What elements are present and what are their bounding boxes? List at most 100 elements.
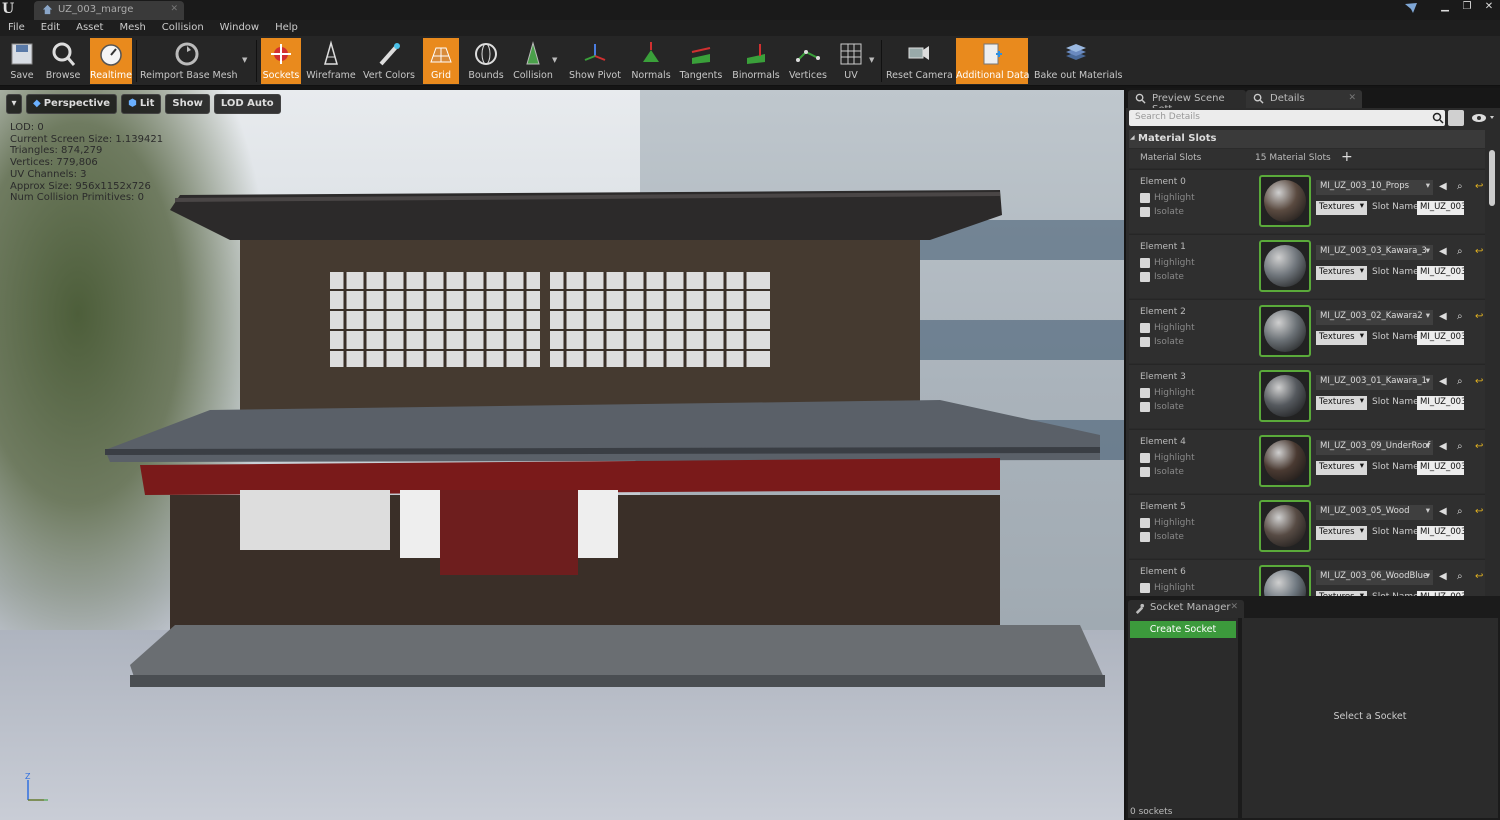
reset-to-default-icon[interactable]: ↩ [1475, 376, 1485, 387]
save-button[interactable]: Save [4, 38, 40, 84]
vert-colors-button[interactable]: Vert Colors [362, 38, 416, 84]
browse-asset-icon[interactable]: ⌕ [1457, 311, 1467, 322]
browse-asset-icon[interactable]: ⌕ [1457, 376, 1467, 387]
browse-asset-icon[interactable]: ⌕ [1457, 246, 1467, 257]
browse-asset-icon[interactable]: ⌕ [1457, 441, 1467, 452]
reset-camera-button[interactable]: Reset Camera [886, 38, 953, 84]
wireframe-button[interactable]: Wireframe [305, 38, 357, 84]
isolate-checkbox[interactable] [1140, 272, 1150, 282]
highlight-checkbox[interactable] [1140, 583, 1150, 593]
material-thumbnail[interactable] [1259, 175, 1311, 227]
menu-file[interactable]: File [8, 20, 25, 36]
grid-button[interactable]: Grid [423, 38, 459, 84]
tangents-button[interactable]: Tangents [678, 38, 724, 84]
browse-asset-icon[interactable]: ⌕ [1457, 506, 1467, 517]
close-tab-icon[interactable]: ✕ [170, 4, 178, 14]
maximize-icon[interactable]: ❐ [1456, 0, 1478, 14]
search-icon[interactable] [1432, 112, 1444, 124]
highlight-checkbox[interactable] [1140, 453, 1150, 463]
perspective-button[interactable]: ◆ Perspective [26, 94, 118, 114]
material-selector[interactable]: MI_UZ_003_02_Kawara2 [1316, 310, 1433, 325]
reset-to-default-icon[interactable]: ↩ [1475, 246, 1485, 257]
material-thumbnail[interactable] [1259, 240, 1311, 292]
reset-to-default-icon[interactable]: ↩ [1475, 506, 1485, 517]
sockets-button[interactable]: Sockets [261, 38, 301, 84]
isolate-checkbox[interactable] [1140, 467, 1150, 477]
use-selected-asset-icon[interactable]: ◀ [1439, 311, 1449, 322]
isolate-checkbox[interactable] [1140, 402, 1150, 412]
material-selector[interactable]: MI_UZ_003_01_Kawara_1 [1316, 375, 1433, 390]
tab-socket-manager[interactable]: Socket Manager ✕ [1128, 600, 1244, 618]
slot-name-input[interactable]: MI_UZ_003 [1417, 526, 1464, 540]
isolate-checkbox[interactable] [1140, 532, 1150, 542]
close-socket-manager-icon[interactable]: ✕ [1230, 602, 1238, 612]
notification-icon[interactable] [1404, 2, 1418, 14]
material-selector[interactable]: MI_UZ_003_09_UnderRoof [1316, 440, 1433, 455]
view-options-icon[interactable] [1470, 111, 1496, 125]
isolate-checkbox[interactable] [1140, 207, 1150, 217]
textures-dropdown[interactable]: Textures [1316, 526, 1367, 540]
collision-button[interactable]: Collision [512, 38, 554, 84]
material-thumbnail[interactable] [1259, 370, 1311, 422]
material-selector[interactable]: MI_UZ_003_10_Props [1316, 180, 1433, 195]
collision-dropdown-icon[interactable]: ▼ [552, 56, 557, 64]
additional-data-button[interactable]: Additional Data [956, 38, 1029, 84]
use-selected-asset-icon[interactable]: ◀ [1439, 181, 1449, 192]
highlight-checkbox[interactable] [1140, 388, 1150, 398]
viewport[interactable]: ▾ ◆ Perspective ⬢ Lit Show LOD Auto LOD: 0… [0, 90, 1124, 820]
reimport-base-mesh-button[interactable]: Reimport Base Mesh [140, 38, 238, 84]
use-selected-asset-icon[interactable]: ◀ [1439, 571, 1449, 582]
normals-button[interactable]: Normals [629, 38, 673, 84]
uv-dropdown-icon[interactable]: ▼ [869, 56, 874, 64]
highlight-checkbox[interactable] [1140, 323, 1150, 333]
realtime-button[interactable]: Realtime [90, 38, 132, 84]
highlight-checkbox[interactable] [1140, 258, 1150, 268]
highlight-checkbox[interactable] [1140, 193, 1150, 203]
slot-name-input[interactable]: MI_UZ_003 [1417, 396, 1464, 410]
bake-out-materials-button[interactable]: Bake out Materials [1034, 38, 1123, 84]
use-selected-asset-icon[interactable]: ◀ [1439, 441, 1449, 452]
material-slots-category[interactable]: Material Slots [1129, 130, 1485, 148]
slot-name-input[interactable]: MI_UZ_003 [1417, 591, 1464, 596]
menu-collision[interactable]: Collision [162, 20, 204, 36]
close-window-icon[interactable]: ✕ [1478, 0, 1500, 14]
material-selector[interactable]: MI_UZ_003_06_WoodBlue [1316, 570, 1433, 585]
uv-button[interactable]: UV [836, 38, 866, 84]
slot-name-input[interactable]: MI_UZ_003 [1417, 266, 1464, 280]
use-selected-asset-icon[interactable]: ◀ [1439, 506, 1449, 517]
vertices-button[interactable]: Vertices [786, 38, 830, 84]
browse-button[interactable]: Browse [44, 38, 82, 84]
slot-name-input[interactable]: MI_UZ_003 [1417, 201, 1464, 215]
reset-to-default-icon[interactable]: ↩ [1475, 181, 1485, 192]
isolate-checkbox[interactable] [1140, 337, 1150, 347]
tab-details[interactable]: Details ✕ [1246, 90, 1362, 108]
search-details-input[interactable]: Search Details [1129, 110, 1445, 126]
material-thumbnail[interactable] [1259, 305, 1311, 357]
material-thumbnail[interactable] [1259, 500, 1311, 552]
textures-dropdown[interactable]: Textures [1316, 396, 1367, 410]
lit-button[interactable]: ⬢ Lit [121, 94, 162, 114]
create-socket-button[interactable]: Create Socket [1130, 621, 1236, 638]
material-selector[interactable]: MI_UZ_003_05_Wood [1316, 505, 1433, 520]
textures-dropdown[interactable]: Textures [1316, 201, 1367, 215]
close-details-tab-icon[interactable]: ✕ [1348, 93, 1356, 103]
menu-help[interactable]: Help [275, 20, 298, 36]
details-scrollbar[interactable] [1489, 150, 1495, 206]
viewport-menu-button[interactable]: ▾ [6, 94, 22, 114]
slot-name-input[interactable]: MI_UZ_003 [1417, 331, 1464, 345]
menu-edit[interactable]: Edit [41, 20, 60, 36]
lod-auto-button[interactable]: LOD Auto [213, 94, 281, 114]
tab-preview-scene-settings[interactable]: Preview Scene Sett [1128, 90, 1246, 115]
reset-to-default-icon[interactable]: ↩ [1475, 441, 1485, 452]
browse-asset-icon[interactable]: ⌕ [1457, 181, 1467, 192]
binormals-button[interactable]: Binormals [731, 38, 781, 84]
slot-name-input[interactable]: MI_UZ_003 [1417, 461, 1464, 475]
reset-to-default-icon[interactable]: ↩ [1475, 311, 1485, 322]
highlight-checkbox[interactable] [1140, 518, 1150, 528]
show-pivot-button[interactable]: Show Pivot [568, 38, 622, 84]
document-tab[interactable]: UZ_003_marge ✕ [34, 1, 184, 20]
textures-dropdown[interactable]: Textures [1316, 461, 1367, 475]
show-button[interactable]: Show [165, 94, 210, 114]
menu-mesh[interactable]: Mesh [119, 20, 145, 36]
use-selected-asset-icon[interactable]: ◀ [1439, 376, 1449, 387]
